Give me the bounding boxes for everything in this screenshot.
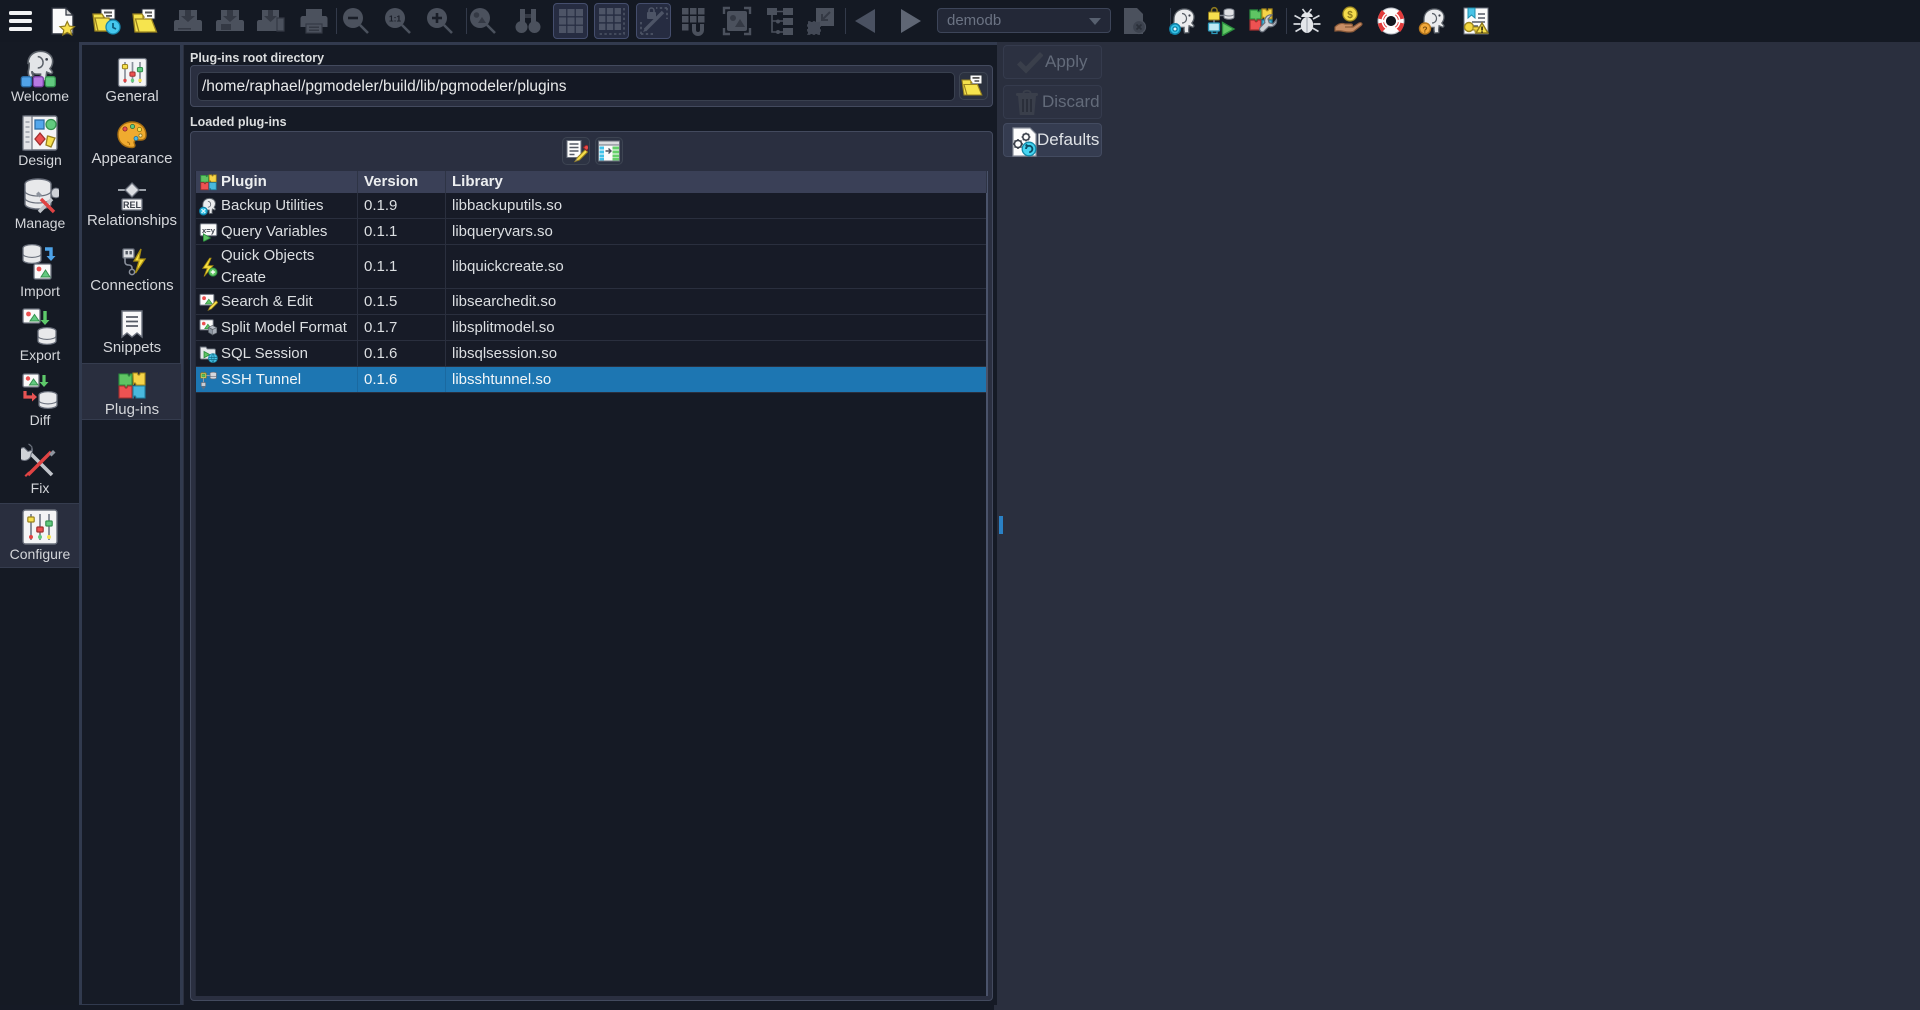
svg-text:$: $ <box>1347 10 1353 21</box>
svg-text:REL: REL <box>123 200 142 210</box>
svg-text:?: ? <box>1422 25 1427 35</box>
svg-text:x=y: x=y <box>202 225 216 234</box>
svg-text:1:1: 1:1 <box>389 14 402 24</box>
